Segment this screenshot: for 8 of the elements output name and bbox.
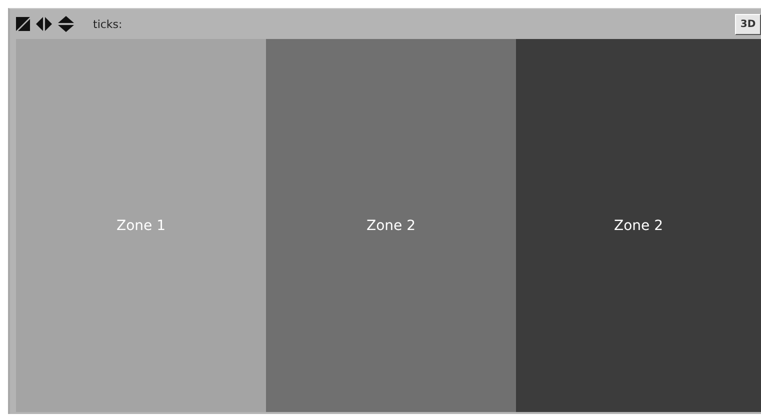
ticks-label: ticks: <box>93 18 124 30</box>
horizontal-arrows-icon[interactable] <box>35 16 53 32</box>
3d-view-button[interactable]: 3D <box>735 14 761 34</box>
zone-label: Zone 2 <box>614 218 663 234</box>
zone-label: Zone 2 <box>366 218 416 234</box>
vertical-arrows-icon[interactable] <box>57 15 75 33</box>
fill-toggle-icon[interactable] <box>15 16 31 32</box>
zone-label: Zone 1 <box>116 218 166 234</box>
